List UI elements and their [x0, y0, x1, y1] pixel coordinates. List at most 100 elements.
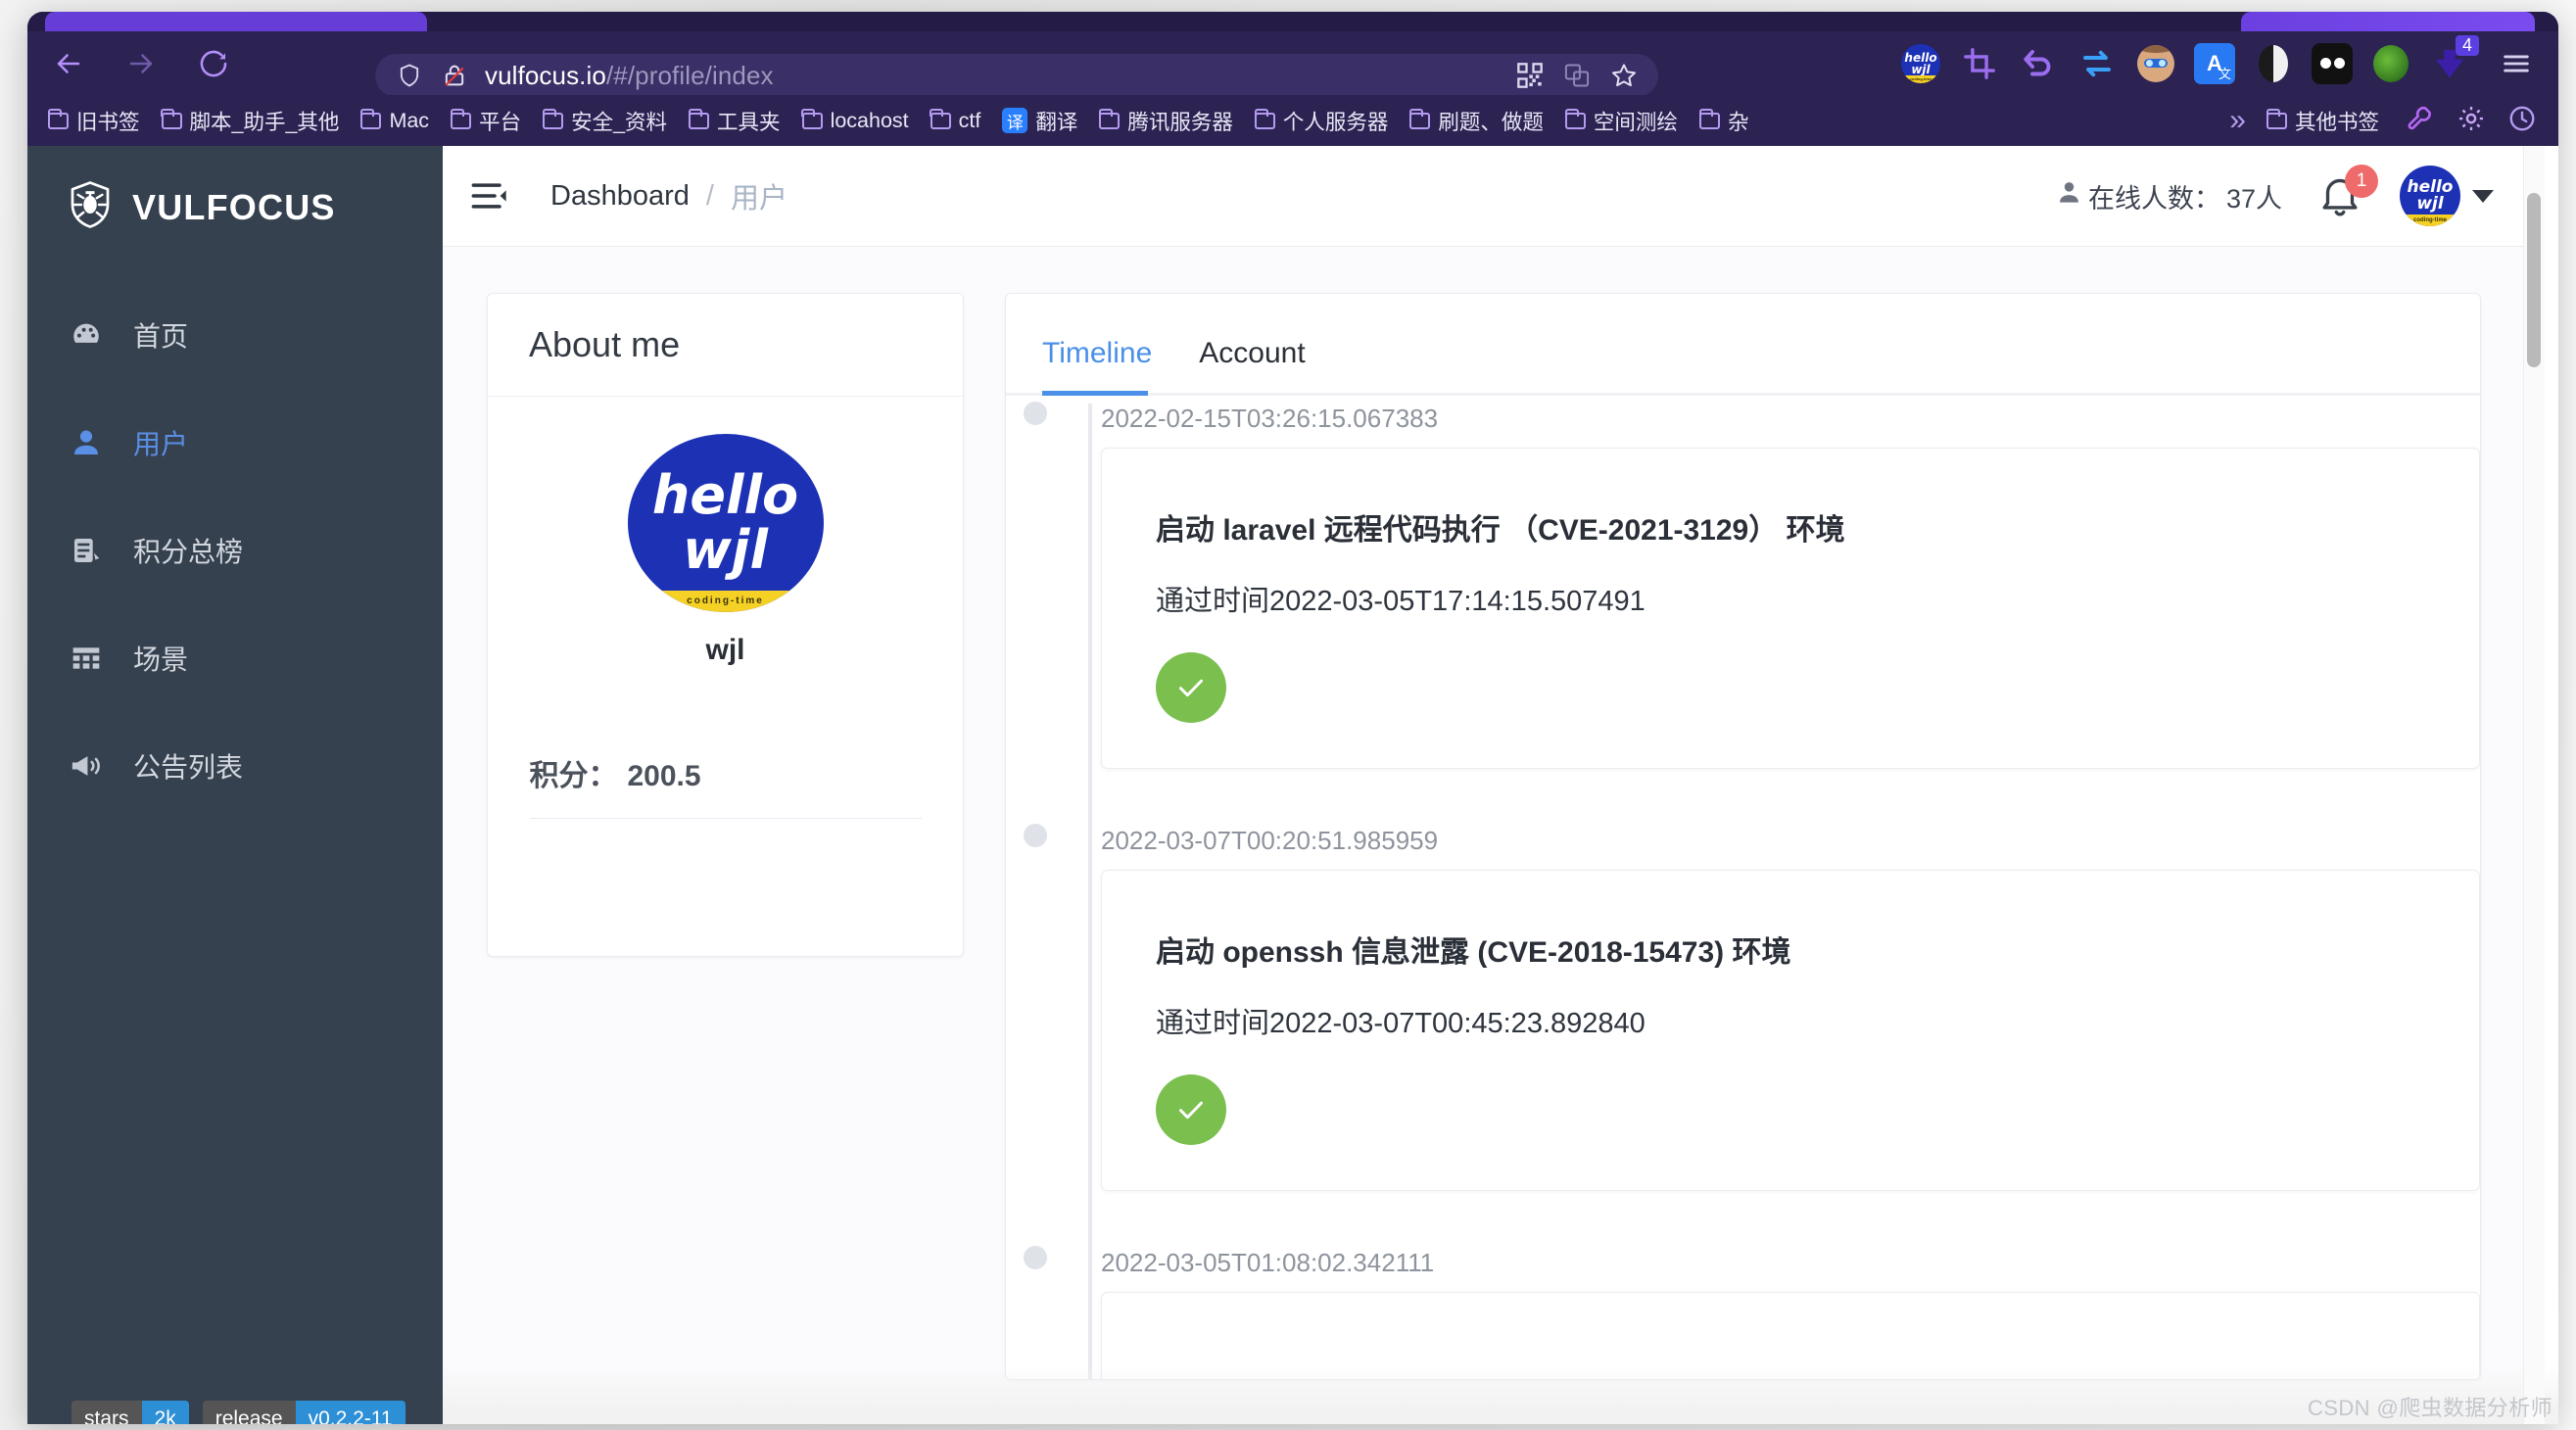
bookmark-item[interactable]: 空间测绘 [1554, 101, 1689, 140]
sidebar-item-label: 首页 [133, 321, 189, 352]
sidebar-nav: 首页 用户 积分总榜 场景 公告列表 [27, 281, 443, 820]
topbar-right: 在线人数： 37人 1 hello wjl coding-time [2056, 165, 2535, 226]
back-icon[interactable] [41, 36, 96, 91]
bookmark-label: locahost [830, 108, 909, 132]
person-icon [2056, 179, 2082, 213]
browser-window: vulfocus.io/#/profile/index hello wjl co… [27, 12, 2558, 1424]
forward-icon[interactable] [114, 36, 168, 91]
bookmark-item[interactable]: 个人服务器 [1244, 101, 1400, 140]
chevron-down-icon[interactable] [2472, 189, 2494, 203]
sidebar-item-home[interactable]: 首页 [27, 281, 443, 389]
bookmark-item[interactable]: locahost [791, 101, 920, 140]
sidebar-item-ranking[interactable]: 积分总榜 [27, 497, 443, 604]
avatar-extension-icon[interactable] [2135, 43, 2176, 84]
chevron-double-right-icon[interactable]: » [2229, 106, 2246, 135]
sidebar-item-announcements[interactable]: 公告列表 [27, 712, 443, 820]
active-browser-tab[interactable] [45, 12, 427, 31]
bookmark-item[interactable]: Mac [350, 101, 440, 140]
bookmark-item[interactable]: 刷题、做题 [1399, 101, 1554, 140]
bookmark-item[interactable]: 安全_资料 [532, 101, 678, 140]
bookmark-item[interactable]: 平台 [440, 101, 532, 140]
browser-tab-strip[interactable] [27, 12, 2558, 31]
tab-timeline[interactable]: Timeline [1042, 337, 1152, 396]
bookmark-label: 翻译 [1035, 110, 1078, 134]
profile-avatar-line2: wjl [683, 519, 768, 581]
folder-icon [688, 108, 710, 129]
other-bookmarks-folder[interactable]: 其他书签 [2256, 101, 2390, 140]
bookmark-item[interactable]: 腾讯服务器 [1088, 101, 1244, 140]
bookmark-label: 刷题、做题 [1438, 110, 1544, 134]
breadcrumb-root[interactable]: Dashboard [550, 180, 690, 213]
bookmark-item[interactable]: 旧书签 [37, 101, 151, 140]
check-circle-icon [1156, 1074, 1226, 1145]
downloads-extension-icon[interactable]: 4 [2429, 34, 2479, 84]
swap-extension-icon[interactable] [2076, 43, 2118, 84]
other-bookmarks-label: 其他书签 [2294, 110, 2379, 134]
timeline-item: 2022-03-07T00:20:51.985959 启动 openssh 信息… [1024, 818, 2480, 1191]
brand-logo[interactable]: VULFOCUS [27, 146, 443, 236]
page-scrollbar-thumb[interactable] [2527, 193, 2541, 367]
hello-wjl-extension-icon[interactable]: hello wjl coding-time [1900, 43, 1941, 84]
undo-extension-icon[interactable] [2018, 43, 2059, 84]
tabs: Timeline Account [1006, 294, 2480, 396]
check-circle-icon [1156, 652, 1226, 723]
wrench-icon[interactable] [2400, 104, 2441, 138]
star-icon[interactable] [1607, 59, 1641, 92]
timeline-event-card[interactable]: 启动 laravel 远程代码执行 （CVE-2021-3129） 环境 通过时… [1101, 448, 2480, 769]
bookmark-item[interactable]: 脚本_助手_其他 [151, 101, 351, 140]
bookmark-item[interactable]: 工具夹 [678, 101, 791, 140]
online-value: 37人 [2225, 183, 2282, 214]
bookmark-label: 旧书签 [76, 110, 140, 134]
shield-icon[interactable] [393, 59, 426, 92]
sidebar-item-label: 场景 [133, 644, 189, 675]
bookmark-label: 个人服务器 [1282, 110, 1389, 134]
timeline-event-card[interactable]: 启动 openssh 信息泄露 (CVE-2018-15473) 环境 通过时间… [1101, 870, 2480, 1191]
sidebar-item-user[interactable]: 用户 [27, 389, 443, 497]
profile-detail-card: Timeline Account 2022-02-15T03:26:15.067… [1005, 293, 2481, 1380]
user-menu[interactable]: hello wjl coding-time [2400, 166, 2494, 226]
reload-icon[interactable] [186, 36, 241, 91]
bookmark-label: 空间测绘 [1593, 110, 1678, 134]
online-count: 在线人数： 37人 [2056, 177, 2282, 215]
bookmark-item[interactable]: ctf [920, 101, 992, 140]
profile-avatar-line1: hello [651, 464, 799, 526]
notification-badge: 1 [2345, 165, 2378, 198]
timeline-timestamp: 2022-03-05T01:08:02.342111 [1101, 1248, 1435, 1277]
profile-avatar: hello wjl coding-time [627, 434, 824, 612]
bookmark-label: 安全_资料 [571, 110, 668, 134]
app-topbar: Dashboard / 用户 在线人数： 37人 1 hello wjl cod… [443, 146, 2535, 247]
folder-icon [542, 108, 564, 129]
yinyang-extension-icon[interactable] [2253, 43, 2294, 84]
timeline-item: 2022-03-05T01:08:02.342111 [1024, 1240, 2480, 1379]
tabs-bar: Timeline Account [1006, 294, 2480, 396]
bookmark-item[interactable]: 译翻译 [991, 101, 1088, 140]
sidebar-collapse-icon[interactable] [468, 176, 511, 215]
translate-icon[interactable] [1560, 59, 1594, 92]
tab-account[interactable]: Account [1199, 337, 1305, 396]
eyes-extension-icon[interactable] [2312, 42, 2353, 84]
address-bar[interactable]: vulfocus.io/#/profile/index [375, 54, 1658, 97]
crop-extension-icon[interactable] [1959, 43, 2000, 84]
user-icon [67, 426, 106, 459]
sidebar-item-scene[interactable]: 场景 [27, 604, 443, 712]
folder-icon [1698, 108, 1720, 129]
not-secure-lock-icon[interactable] [438, 59, 471, 92]
green-extension-icon[interactable] [2370, 43, 2411, 84]
sidebar-item-label: 公告列表 [133, 752, 244, 783]
bookmark-label: 腾讯服务器 [1127, 110, 1233, 134]
qr-code-icon[interactable] [1513, 59, 1547, 92]
timeline-event-title: 启动 laravel 远程代码执行 （CVE-2021-3129） 环境 [1156, 514, 1845, 547]
hamburger-menu-icon[interactable] [2496, 43, 2537, 84]
main-content: About me hello wjl coding-time wjl 积分： 20… [443, 247, 2535, 1424]
watermark: CSDN @爬虫数据分析师 [2308, 1396, 2552, 1420]
translate-extension-icon[interactable]: A 文 [2194, 42, 2235, 84]
avatar[interactable]: hello wjl coding-time [2400, 166, 2460, 226]
timeline-event-card[interactable] [1101, 1292, 2480, 1379]
bug-shield-icon [64, 178, 117, 236]
gear-icon[interactable] [2451, 104, 2492, 138]
about-me-card: About me hello wjl coding-time wjl 积分： 20… [487, 293, 964, 957]
history-clock-icon[interactable] [2502, 104, 2543, 138]
notifications-button[interactable]: 1 [2315, 165, 2378, 221]
bookmark-item[interactable]: 杂 [1689, 101, 1760, 140]
url-text[interactable]: vulfocus.io/#/profile/index [485, 61, 1513, 91]
